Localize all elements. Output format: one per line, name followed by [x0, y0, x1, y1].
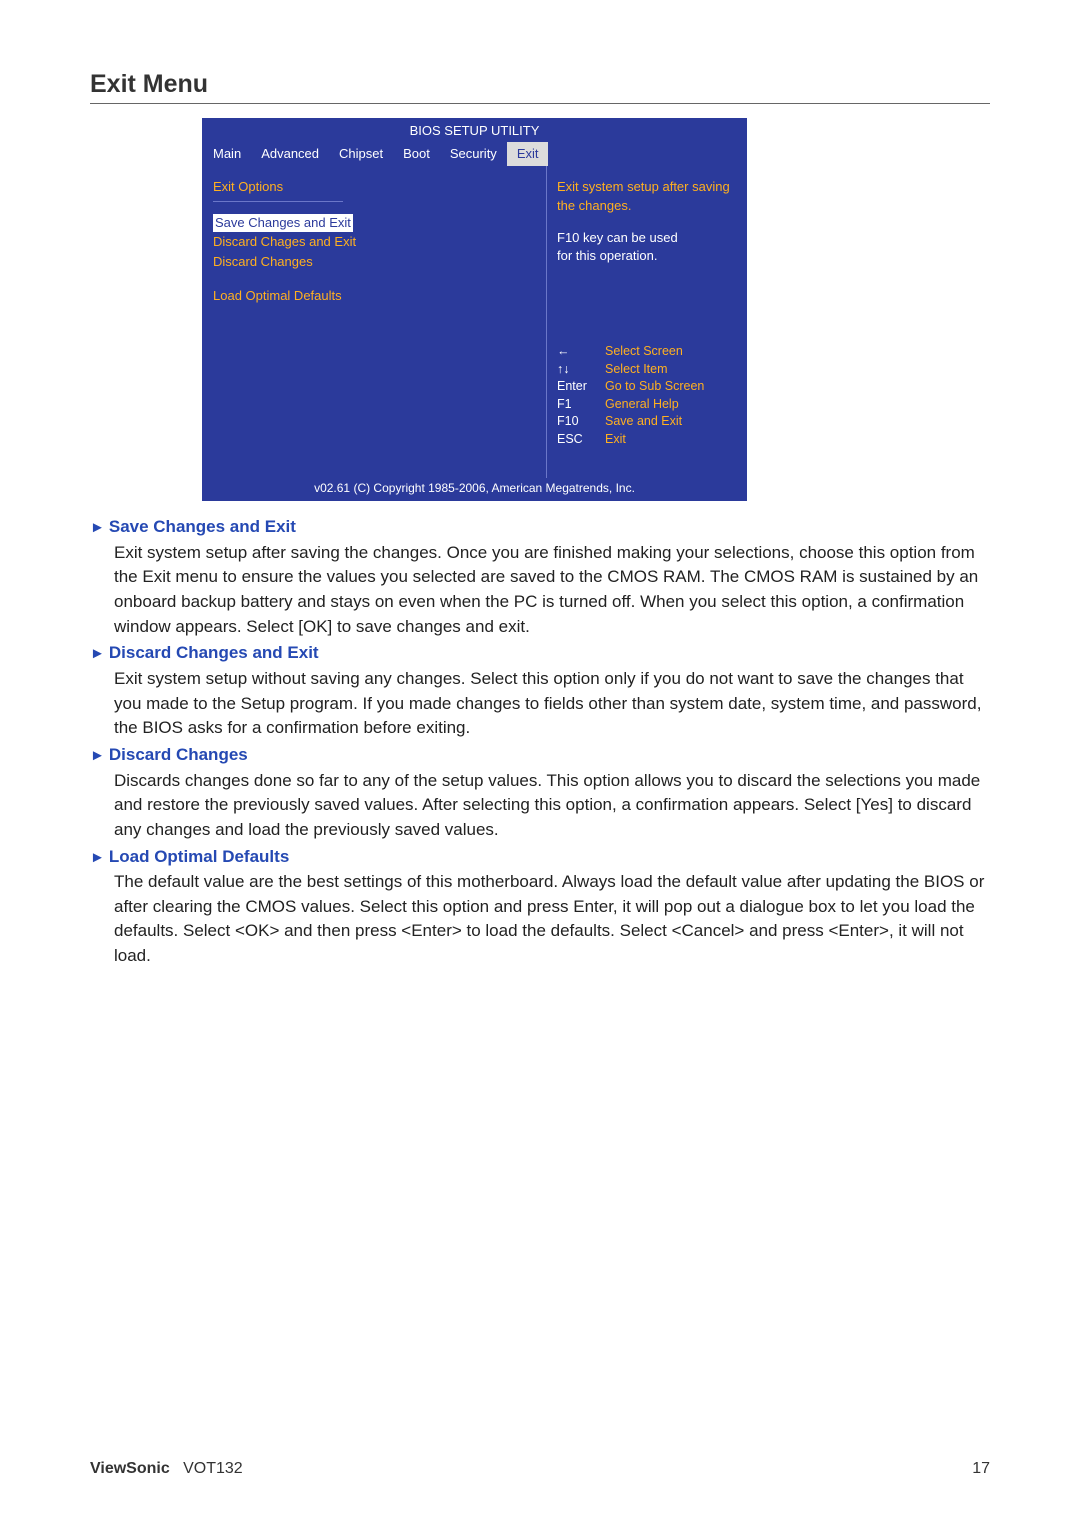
help-text: Exit system setup after saving — [557, 178, 736, 196]
opt-discard-changes[interactable]: Discard Changes — [213, 252, 536, 272]
desc-heading: ► Discard Changes and Exit — [90, 641, 990, 666]
tab-main[interactable]: Main — [203, 142, 251, 166]
footer-brand: ViewSonic — [90, 1460, 170, 1477]
desc-body: The default value are the best settings … — [90, 870, 990, 969]
desc-title: Discard Changes — [109, 743, 248, 768]
tab-chipset[interactable]: Chipset — [329, 142, 393, 166]
bios-body: Exit Options Save Changes and Exit Disca… — [203, 166, 746, 478]
desc-body: Discards changes done so far to any of t… — [90, 769, 990, 843]
bios-tabs: Main Advanced Chipset Boot Security Exit — [203, 142, 746, 166]
arrow-icon: ► — [90, 745, 105, 767]
footer-page-number: 17 — [972, 1460, 990, 1478]
nav-action: Exit — [605, 431, 626, 449]
nav-key: F1 — [557, 396, 595, 414]
help-text: for this operation. — [557, 247, 736, 265]
opt-discard-changes-exit[interactable]: Discard Chages and Exit — [213, 232, 536, 252]
bios-screenshot: BIOS SETUP UTILITY Main Advanced Chipset… — [202, 118, 747, 501]
nav-key: ↑↓ — [557, 361, 595, 379]
footer-model: VOT132 — [183, 1460, 243, 1477]
bios-left-pane: Exit Options Save Changes and Exit Disca… — [203, 166, 546, 478]
page-title: Exit Menu — [90, 70, 990, 104]
help-text: F10 key can be used — [557, 229, 736, 247]
nav-action: General Help — [605, 396, 679, 414]
descriptions: ► Save Changes and Exit Exit system setu… — [90, 515, 990, 969]
page-footer: ViewSonic VOT132 17 — [90, 1460, 990, 1478]
desc-title: Discard Changes and Exit — [109, 641, 319, 666]
desc-body: Exit system setup after saving the chang… — [90, 541, 990, 640]
tab-exit[interactable]: Exit — [507, 142, 549, 166]
nav-action: Select Item — [605, 361, 668, 379]
nav-action: Go to Sub Screen — [605, 378, 704, 396]
help-text: the changes. — [557, 197, 736, 215]
desc-body: Exit system setup without saving any cha… — [90, 667, 990, 741]
opt-save-changes-exit[interactable]: Save Changes and Exit — [213, 214, 353, 232]
nav-key: Enter — [557, 378, 595, 396]
arrow-icon: ► — [90, 517, 105, 539]
tab-boot[interactable]: Boot — [393, 142, 440, 166]
nav-help: ← Select Screen ↑↓ Select Item Enter Go to … — [557, 343, 736, 448]
nav-key: ← — [557, 343, 595, 361]
desc-title: Load Optimal Defaults — [109, 845, 289, 870]
desc-title: Save Changes and Exit — [109, 515, 296, 540]
arrow-icon: ► — [90, 643, 105, 665]
nav-action: Select Screen — [605, 343, 683, 361]
desc-heading: ► Save Changes and Exit — [90, 515, 990, 540]
opt-load-optimal-defaults[interactable]: Load Optimal Defaults — [213, 286, 536, 306]
bios-right-pane: Exit system setup after saving the chang… — [546, 166, 746, 478]
arrow-icon: ► — [90, 847, 105, 869]
tab-security[interactable]: Security — [440, 142, 507, 166]
bios-footer: v02.61 (C) Copyright 1985-2006, American… — [203, 478, 746, 500]
nav-key: ESC — [557, 431, 595, 449]
exit-options-title: Exit Options — [213, 178, 343, 201]
bios-title: BIOS SETUP UTILITY — [203, 119, 746, 142]
desc-heading: ► Load Optimal Defaults — [90, 845, 990, 870]
nav-action: Save and Exit — [605, 413, 682, 431]
nav-key: F10 — [557, 413, 595, 431]
desc-heading: ► Discard Changes — [90, 743, 990, 768]
tab-advanced[interactable]: Advanced — [251, 142, 329, 166]
